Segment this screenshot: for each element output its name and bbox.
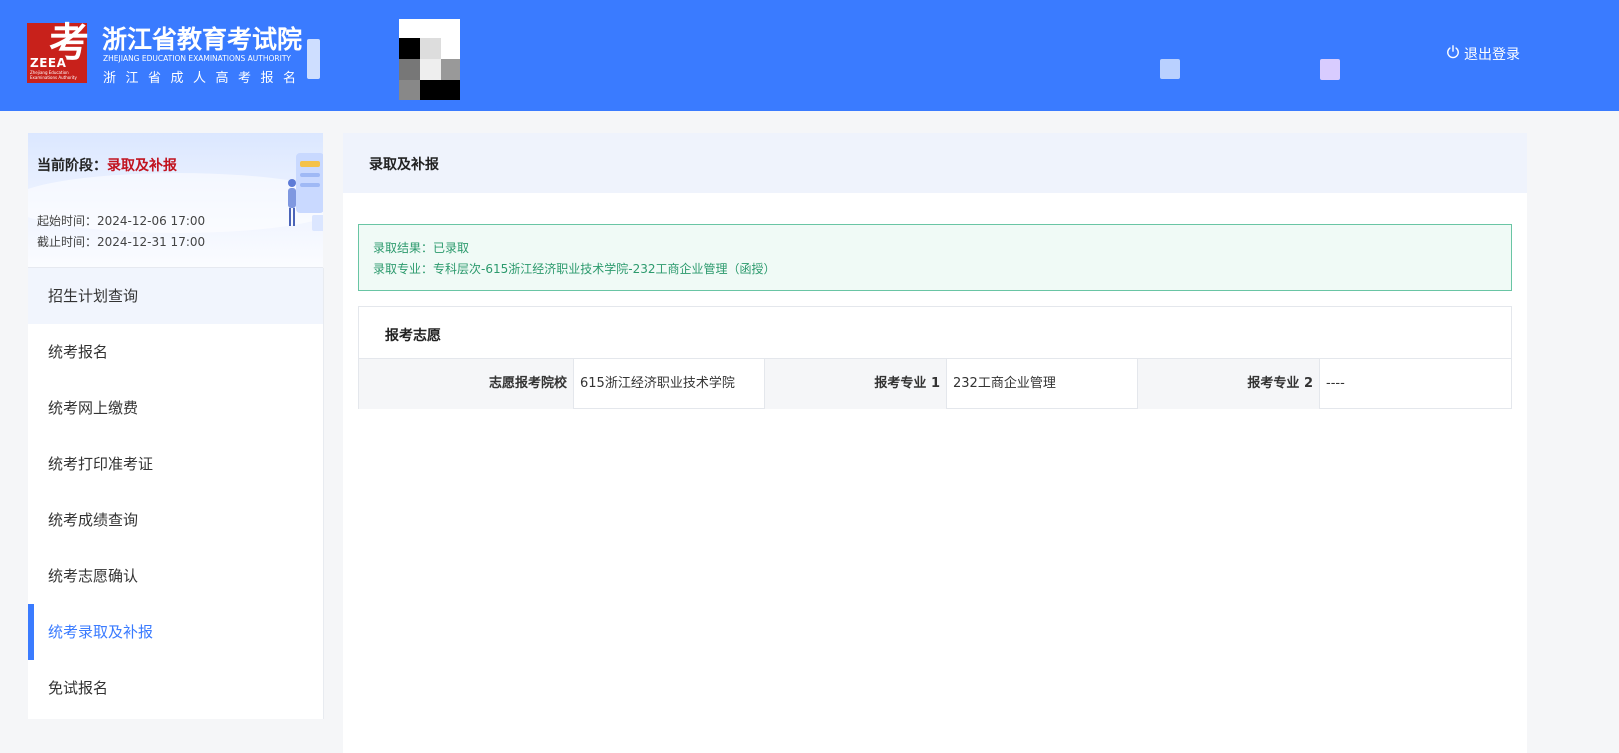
stage-value: 录取及补报 xyxy=(107,158,177,174)
menu-item-print-admission-ticket[interactable]: 统考打印准考证 xyxy=(28,436,323,492)
stage-start-time: 起始时间：2024-12-06 17:00 xyxy=(37,214,206,228)
admission-result-alert: 录取结果：已录取 录取专业：专科层次-615浙江经济职业技术学院-232工商企业… xyxy=(358,224,1512,291)
preferences-table: 志愿报考院校 615浙江经济职业技术学院 报考专业 1 232工商企业管理 报考… xyxy=(359,358,1511,409)
document-illustration-icon xyxy=(288,153,323,231)
menu-item-exam-registration[interactable]: 统考报名 xyxy=(28,324,323,380)
sidebar: 当前阶段：录取及补报 起始时间：2024-12-06 17:00 截止时间：20… xyxy=(28,133,324,719)
menu-item-exempt-registration[interactable]: 免试报名 xyxy=(28,660,323,716)
power-icon xyxy=(1446,45,1460,63)
redacted-block xyxy=(1160,59,1180,79)
menu-item-enrollment-plan[interactable]: 招生计划查询 xyxy=(28,268,323,324)
admission-result: 录取结果：已录取 xyxy=(373,241,470,255)
current-stage: 当前阶段：录取及补报 xyxy=(37,155,177,175)
table-label-major-1: 报考专业 1 xyxy=(765,359,947,409)
menu-item-preference-confirm[interactable]: 统考志愿确认 xyxy=(28,548,323,604)
menu-item-score-query[interactable]: 统考成绩查询 xyxy=(28,492,323,548)
redacted-qr-image xyxy=(399,19,460,100)
main-header: 录取及补报 xyxy=(343,133,1527,193)
logo-subtext: Zhejiang Education Examinations Authorit… xyxy=(30,70,77,80)
side-menu: 招生计划查询 统考报名 统考网上缴费 统考打印准考证 统考成绩查询 统考志愿确认… xyxy=(28,268,323,716)
menu-item-online-payment[interactable]: 统考网上缴费 xyxy=(28,380,323,436)
table-value-major-2: ---- xyxy=(1326,376,1345,391)
sidebar-divider xyxy=(323,268,324,719)
org-subtitle: 浙江省成人高考报名 xyxy=(103,71,306,86)
zeea-logo: 考 ZEEA Zhejiang Education Examinations A… xyxy=(27,21,89,83)
logout-label: 退出登录 xyxy=(1464,47,1520,63)
menu-item-admission-supplement[interactable]: 统考录取及补报 xyxy=(28,604,323,660)
current-stage-card: 当前阶段：录取及补报 起始时间：2024-12-06 17:00 截止时间：20… xyxy=(28,133,323,268)
redacted-block xyxy=(1320,59,1340,80)
main-panel: 录取及补报 录取结果：已录取 录取专业：专科层次-615浙江经济职业技术学院-2… xyxy=(343,133,1527,753)
table-label-major-2: 报考专业 2 xyxy=(1138,359,1320,409)
logo-abbreviation: ZEEA xyxy=(30,56,67,70)
admission-major: 录取专业：专科层次-615浙江经济职业技术学院-232工商企业管理（函授） xyxy=(373,262,776,276)
stage-end-time: 截止时间：2024-12-31 17:00 xyxy=(37,235,206,249)
preferences-title: 报考志愿 xyxy=(385,328,441,344)
top-header: 考 ZEEA Zhejiang Education Examinations A… xyxy=(0,0,1619,111)
org-title: 浙江省教育考试院 xyxy=(102,25,303,54)
table-value-school: 615浙江经济职业技术学院 xyxy=(574,359,765,409)
table-value-major-1: 232工商企业管理 xyxy=(947,359,1138,409)
stage-label: 当前阶段： xyxy=(37,158,107,174)
header-notch xyxy=(495,100,555,111)
org-title-english: ZHEJIANG EDUCATION EXAMINATIONS AUTHORIT… xyxy=(103,54,291,63)
page-title: 录取及补报 xyxy=(369,157,439,173)
table-label-school: 志愿报考院校 xyxy=(359,359,574,409)
application-preferences-panel: 报考志愿 志愿报考院校 615浙江经济职业技术学院 报考专业 1 232工商企业… xyxy=(358,306,1512,409)
logout-button[interactable]: 退出登录 xyxy=(1446,44,1520,64)
redacted-block xyxy=(307,39,320,79)
